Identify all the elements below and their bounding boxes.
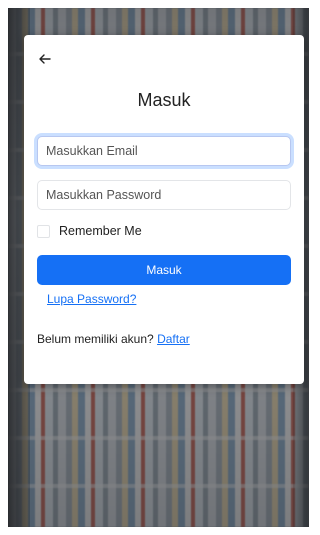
remember-me-checkbox[interactable] [37, 224, 50, 238]
password-field[interactable] [37, 180, 291, 210]
email-field[interactable] [37, 136, 291, 166]
page-title: Masuk [137, 90, 191, 110]
register-prompt: Belum memiliki akun? Daftar [37, 332, 190, 346]
login-card: Masuk Remember Me Masuk Lupa Password? B… [24, 35, 304, 384]
register-link[interactable]: Daftar [157, 332, 190, 346]
arrow-left-icon [39, 54, 51, 64]
remember-me-row: Remember Me [37, 224, 142, 238]
register-prompt-text: Belum memiliki akun? [37, 332, 154, 346]
app-screen: Masuk Remember Me Masuk Lupa Password? B… [8, 8, 309, 527]
remember-me-label: Remember Me [59, 224, 142, 238]
back-button[interactable] [36, 51, 54, 67]
forgot-password-link[interactable]: Lupa Password? [47, 292, 136, 306]
login-button[interactable]: Masuk [37, 255, 291, 285]
